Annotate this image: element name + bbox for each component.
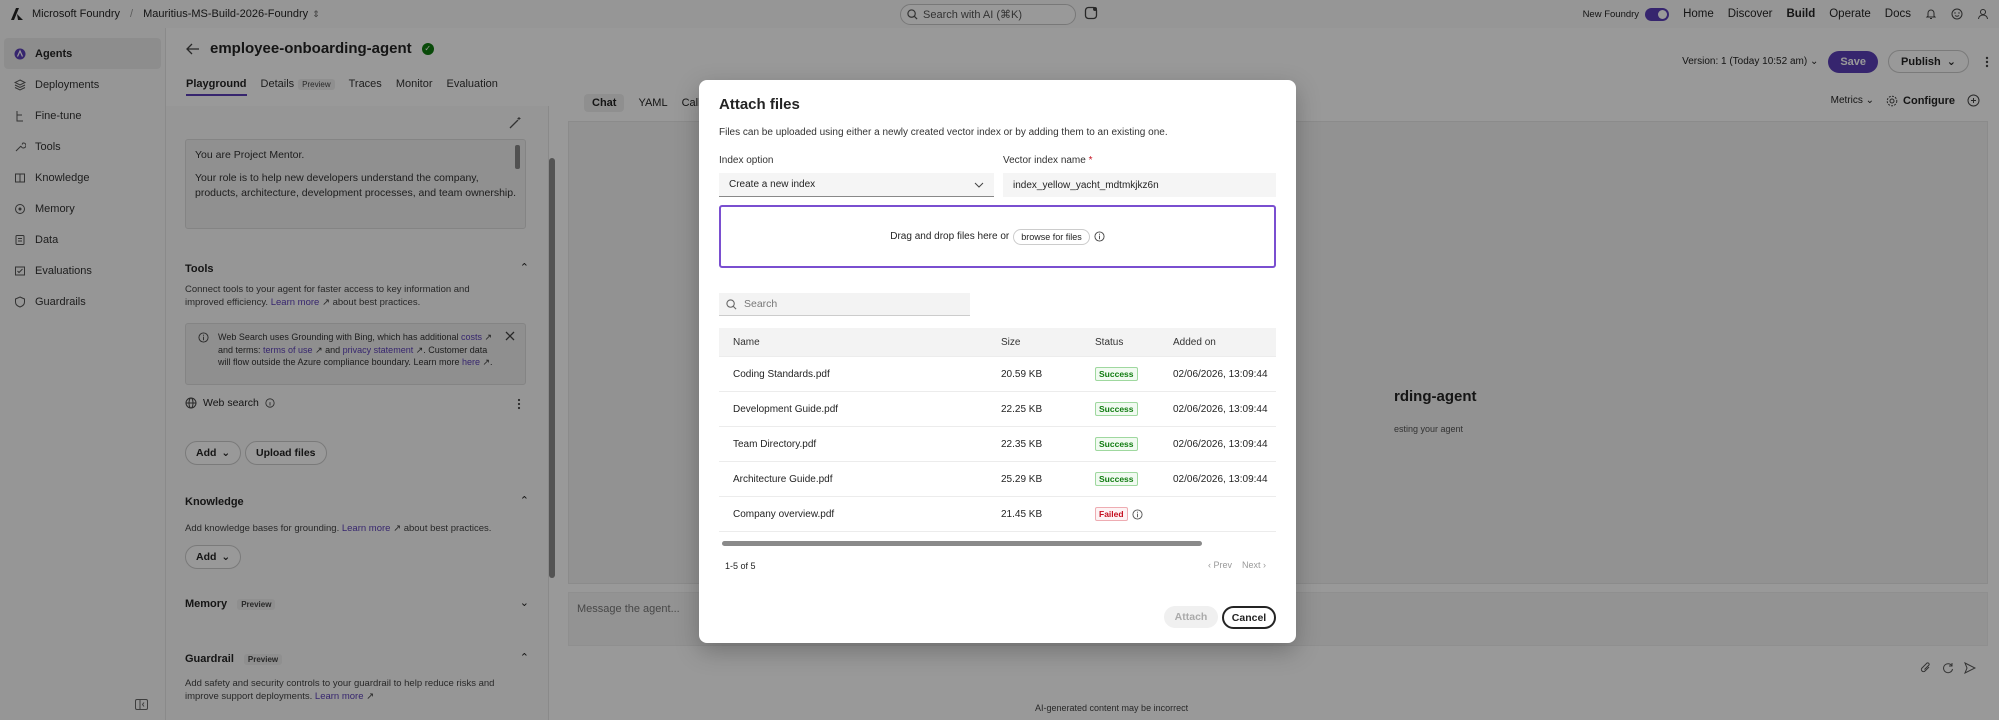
pagination-info: 1-5 of 5	[725, 561, 756, 571]
browse-files-button[interactable]: browse for files	[1013, 228, 1090, 245]
file-name: Team Directory.pdf	[733, 438, 817, 450]
file-name: Coding Standards.pdf	[733, 368, 830, 380]
chevron-down-icon	[974, 182, 984, 188]
file-name: Development Guide.pdf	[733, 403, 839, 415]
vector-index-name-input[interactable]: index_yellow_yacht_mdtmkjkz6n	[1003, 173, 1276, 197]
file-search-input[interactable]: Search	[719, 293, 970, 316]
file-size: 22.25 KB	[1001, 403, 1043, 415]
file-added-on: 02/06/2026, 13:09:44	[1173, 473, 1268, 485]
pagination-nav: ‹ Prev Next ›	[1208, 560, 1266, 570]
status-badge: Success	[1095, 401, 1138, 416]
file-status: Success	[1095, 366, 1138, 381]
prev-page-button[interactable]: ‹ Prev	[1208, 560, 1232, 570]
table-horizontal-scrollbar[interactable]	[722, 541, 1202, 546]
file-status: Success	[1095, 436, 1138, 451]
next-page-button[interactable]: Next ›	[1242, 560, 1266, 570]
column-header-size[interactable]: Size	[1001, 337, 1020, 348]
table-row[interactable]: Company overview.pdf 21.45 KB Failed	[719, 497, 1276, 532]
input-value: index_yellow_yacht_mdtmkjkz6n	[1013, 179, 1159, 191]
file-added-on: 02/06/2026, 13:09:44	[1173, 438, 1268, 450]
column-header-name[interactable]: Name	[733, 337, 760, 348]
required-asterisk: *	[1088, 155, 1093, 166]
status-badge: Success	[1095, 436, 1138, 451]
file-added-on: 02/06/2026, 13:09:44	[1173, 368, 1268, 380]
table-row[interactable]: Team Directory.pdf 22.35 KB Success 02/0…	[719, 427, 1276, 462]
index-option-select[interactable]: Create a new index	[719, 173, 994, 197]
column-header-added-on[interactable]: Added on	[1173, 337, 1216, 348]
dialog-title: Attach files	[719, 96, 800, 113]
file-status: Failed	[1095, 507, 1143, 521]
status-badge: Success	[1095, 471, 1138, 486]
attach-files-dialog: Attach files Files can be uploaded using…	[699, 80, 1296, 643]
cancel-button[interactable]: Cancel	[1222, 606, 1276, 629]
dialog-subtitle: Files can be uploaded using either a new…	[719, 127, 1168, 138]
attach-button[interactable]: Attach	[1164, 606, 1218, 628]
file-size: 25.29 KB	[1001, 473, 1043, 485]
table-row[interactable]: Architecture Guide.pdf 25.29 KB Success …	[719, 462, 1276, 497]
next-label: Next	[1241, 560, 1261, 570]
table-header: Name Size Status Added on	[719, 328, 1276, 357]
prev-label: Prev	[1213, 560, 1232, 570]
table-row[interactable]: Development Guide.pdf 22.25 KB Success 0…	[719, 392, 1276, 427]
column-header-status[interactable]: Status	[1095, 337, 1123, 348]
drop-text: Drag and drop files here or	[890, 231, 1010, 242]
table-row[interactable]: Coding Standards.pdf 20.59 KB Success 02…	[719, 357, 1276, 392]
info-icon[interactable]	[1094, 231, 1105, 242]
status-badge: Success	[1095, 366, 1138, 381]
file-status: Success	[1095, 401, 1138, 416]
index-option-label: Index option	[719, 155, 774, 166]
search-placeholder: Search	[744, 298, 778, 310]
files-table: Name Size Status Added on Coding Standar…	[719, 328, 1276, 534]
status-badge: Failed	[1095, 507, 1128, 521]
file-size: 20.59 KB	[1001, 368, 1043, 380]
file-added-on: 02/06/2026, 13:09:44	[1173, 403, 1268, 415]
file-status: Success	[1095, 471, 1138, 486]
file-size: 21.45 KB	[1001, 508, 1043, 520]
info-icon[interactable]	[1132, 508, 1143, 520]
label-text: Vector index name	[1003, 155, 1086, 166]
search-icon	[726, 298, 737, 310]
file-name: Company overview.pdf	[733, 508, 835, 520]
file-size: 22.35 KB	[1001, 438, 1043, 450]
file-dropzone[interactable]: Drag and drop files here or browse for f…	[719, 205, 1276, 268]
select-value: Create a new index	[729, 179, 816, 190]
file-name: Architecture Guide.pdf	[733, 473, 833, 485]
vector-index-label: Vector index name *	[1003, 155, 1093, 166]
